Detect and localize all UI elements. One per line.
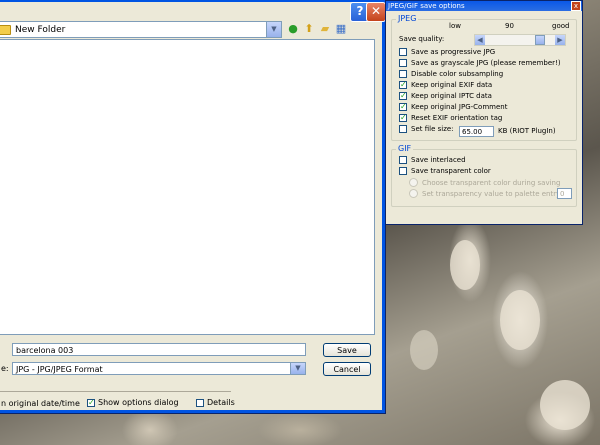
file-list[interactable] <box>0 39 375 335</box>
stone-detail <box>410 330 438 370</box>
gif-radio-label: Choose transparent color during saving <box>422 178 561 187</box>
stone-detail <box>450 240 480 290</box>
gif-group: GIF Save interlaced Save transparent colo… <box>391 144 577 207</box>
chevron-right-icon[interactable]: ▶ <box>555 35 565 45</box>
jpeg-option-row[interactable]: Save as progressive JPG <box>399 48 495 56</box>
jpeg-option-label: Reset EXIF orientation tag <box>411 114 503 122</box>
jpeg-option-label: Keep original EXIF data <box>411 81 493 89</box>
jpeg-group-label: JPEG <box>396 14 419 23</box>
filename-input[interactable]: barcelona 003 <box>12 343 306 356</box>
cancel-button[interactable]: Cancel <box>323 362 371 376</box>
options-title-bar: JPEG/GIF save options x <box>386 1 582 11</box>
checkbox[interactable]: ✓ <box>399 81 407 89</box>
gif-option-row[interactable]: Save transparent color <box>399 167 491 175</box>
slider-thumb[interactable] <box>535 35 545 45</box>
gif-group-label: GIF <box>396 144 414 153</box>
jpeg-group: JPEG low 90 good Save quality: ◀ ▶ Save … <box>391 14 577 141</box>
details-checkbox[interactable] <box>196 399 204 407</box>
options-dialog: JPEG/GIF save options x JPEG low 90 good… <box>385 0 583 225</box>
gif-option-label: Save interlaced <box>411 156 466 164</box>
checkbox[interactable]: ✓ <box>399 114 407 122</box>
checkbox[interactable] <box>399 167 407 175</box>
checkbox[interactable] <box>399 156 407 164</box>
show-options-label[interactable]: Show options dialog <box>98 398 179 407</box>
back-icon[interactable]: ● <box>286 22 300 36</box>
up-folder-icon[interactable]: ⬆ <box>302 22 316 36</box>
keep-date-label[interactable]: n original date/time <box>1 399 80 408</box>
checkbox[interactable]: ✓ <box>399 103 407 111</box>
gif-radio-row[interactable]: Choose transparent color during saving <box>409 178 560 187</box>
gif-option-label: Save transparent color <box>411 167 491 175</box>
radio-button[interactable] <box>409 189 418 198</box>
filetype-label: e: <box>1 364 9 373</box>
jpeg-option-label: Keep original IPTC data <box>411 92 492 100</box>
save-dialog: ? ✕ New Folder ▼ ● ⬆ ▰ ▦ barcelona 003 S… <box>0 0 386 414</box>
jpeg-option-label: Set file size: <box>411 125 454 133</box>
jpeg-option-label: Keep original JPG-Comment <box>411 103 508 111</box>
chevron-down-icon[interactable]: ▼ <box>290 363 305 374</box>
checkbox[interactable] <box>399 48 407 56</box>
jpeg-option-label: Save as grayscale JPG (please remember!) <box>411 59 561 67</box>
view-menu-icon[interactable]: ▦ <box>334 22 348 36</box>
jpeg-option-row[interactable]: ✓ Keep original IPTC data <box>399 92 492 100</box>
stone-detail <box>500 290 540 350</box>
jpeg-option-row[interactable]: Save as grayscale JPG (please remember!) <box>399 59 561 67</box>
file-size-input[interactable]: 65.00 <box>459 126 494 137</box>
jpeg-option-row[interactable]: Set file size: <box>399 125 454 133</box>
save-button[interactable]: Save <box>323 343 371 357</box>
jpeg-option-row[interactable]: ✓ Reset EXIF orientation tag <box>399 114 502 122</box>
palette-entry-input[interactable]: 0 <box>557 188 572 199</box>
checkbox[interactable] <box>399 70 407 78</box>
jpeg-option-row[interactable]: ✓ Keep original EXIF data <box>399 81 492 89</box>
stone-detail <box>540 380 590 430</box>
quality-good-label: good <box>552 22 570 30</box>
jpeg-option-row[interactable]: ✓ Keep original JPG-Comment <box>399 103 507 111</box>
checkbox[interactable] <box>399 59 407 67</box>
quality-value-label: 90 <box>505 22 514 30</box>
radio-button[interactable] <box>409 178 418 187</box>
divider <box>0 391 231 392</box>
details-label[interactable]: Details <box>207 398 235 407</box>
quality-low-label: low <box>449 22 461 30</box>
checkbox[interactable]: ✓ <box>399 92 407 100</box>
lookin-value: New Folder <box>15 24 66 35</box>
jpeg-option-label: Save as progressive JPG <box>411 48 496 56</box>
chevron-down-icon[interactable]: ▼ <box>266 22 281 37</box>
options-title: JPEG/GIF save options <box>388 2 465 10</box>
quality-slider[interactable]: ◀ ▶ <box>474 34 566 46</box>
jpeg-option-label: Disable color subsampling <box>411 70 504 78</box>
gif-option-row[interactable]: Save interlaced <box>399 156 466 164</box>
chevron-left-icon[interactable]: ◀ <box>475 35 485 45</box>
quality-label: Save quality: <box>399 35 445 43</box>
gif-radio-label: Set transparency value to palette entry: <box>422 189 563 198</box>
folder-icon <box>0 24 11 35</box>
lookin-combo[interactable]: New Folder ▼ <box>0 21 282 38</box>
jpeg-option-row[interactable]: Disable color subsampling <box>399 70 503 78</box>
gif-radio-row[interactable]: Set transparency value to palette entry: <box>409 189 562 198</box>
show-options-checkbox[interactable]: ✓ <box>87 399 95 407</box>
close-button[interactable]: ✕ <box>366 2 386 22</box>
file-size-unit: KB (RIOT PlugIn) <box>498 127 556 135</box>
close-icon[interactable]: x <box>571 1 581 11</box>
new-folder-icon[interactable]: ▰ <box>318 22 332 36</box>
filetype-value: JPG - JPG/JPEG Format <box>16 365 103 374</box>
filetype-select[interactable]: JPG - JPG/JPEG Format ▼ <box>12 362 306 375</box>
checkbox[interactable] <box>399 125 407 133</box>
